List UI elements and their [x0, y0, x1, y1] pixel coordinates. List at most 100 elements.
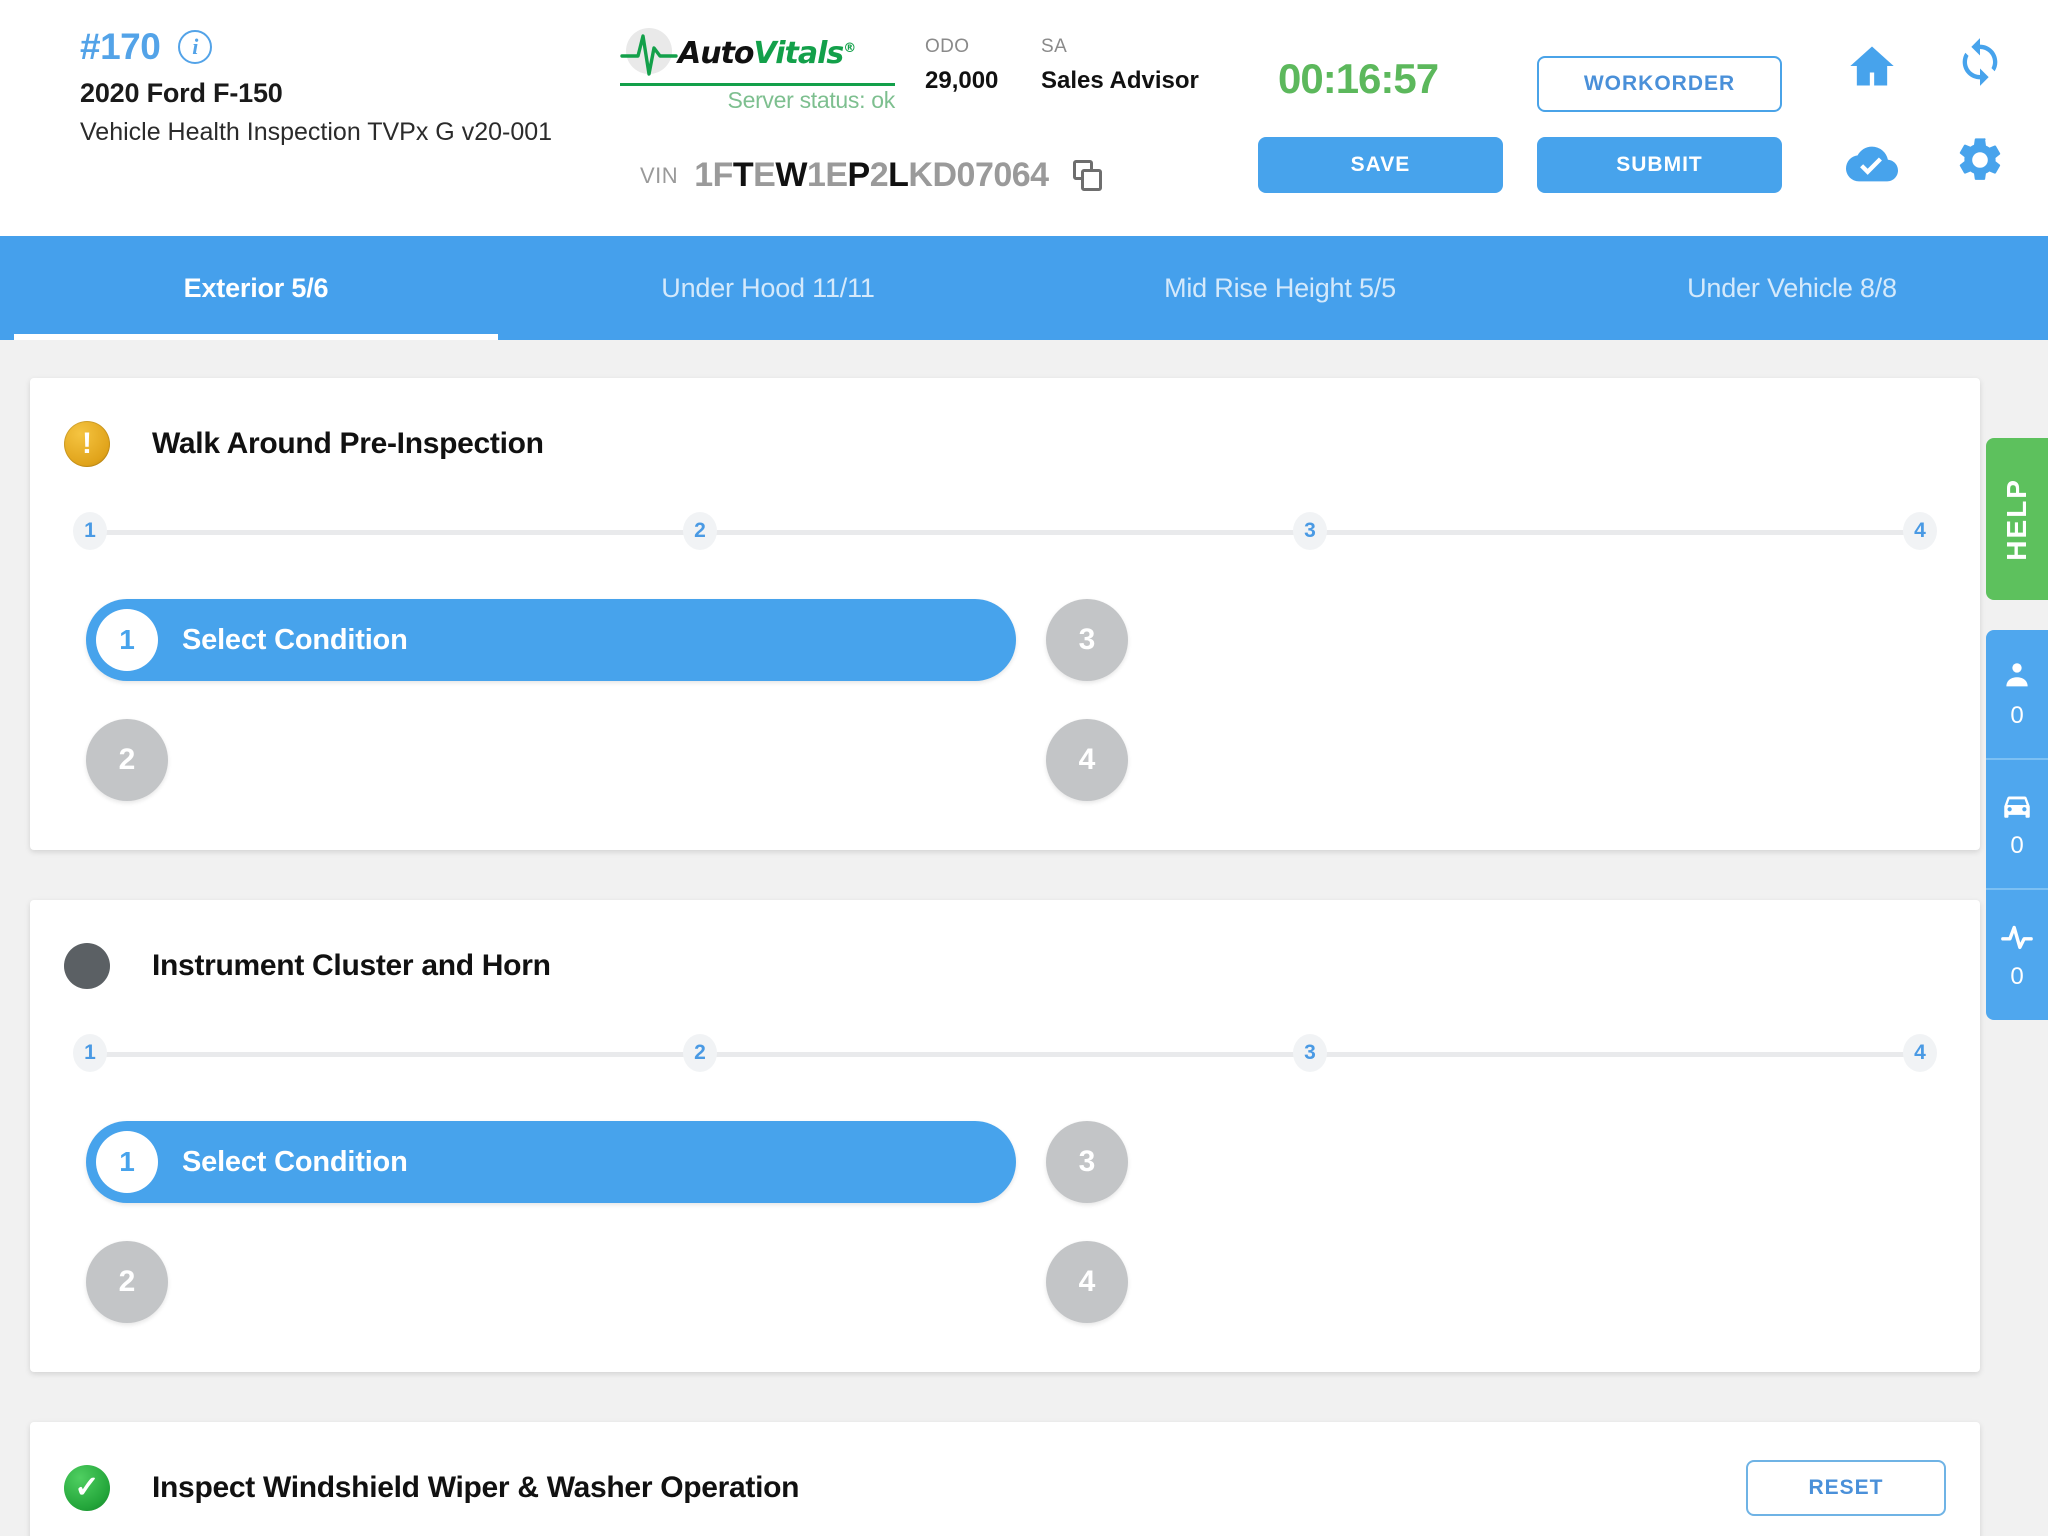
rail-count: 0: [2010, 963, 2024, 990]
order-row: #170 i: [80, 26, 560, 68]
tab-exterior-5-6[interactable]: Exterior 5/6: [0, 236, 512, 340]
rail-count: 0: [2010, 832, 2024, 859]
logo-auto-text: Auto: [678, 36, 755, 71]
vin-value[interactable]: 1FTEW1EP2LKD07064: [694, 156, 1049, 195]
gray-circle-icon[interactable]: [64, 943, 110, 989]
vin-row: VIN 1FTEW1EP2LKD07064: [620, 156, 1260, 195]
header-icon-group: [1838, 26, 2028, 186]
odometer-block: ODO 29,000: [895, 36, 1013, 95]
sales-advisor-value: Sales Advisor: [1041, 67, 1199, 94]
track-step[interactable]: 4: [1903, 1034, 1937, 1072]
inspection-item-card: Inspect Windshield Wiper & Washer Operat…: [30, 1422, 1980, 1536]
car-icon: [2000, 788, 2034, 822]
track-step[interactable]: 4: [1903, 512, 1937, 550]
inspection-app: #170 i 2020 Ford F-150 Vehicle Health In…: [0, 0, 2048, 1536]
tab-mid-rise-height-5-5[interactable]: Mid Rise Height 5/5: [1024, 236, 1536, 340]
submit-button[interactable]: SUBMIT: [1537, 137, 1782, 193]
condition-step-track: 1 2 3 4: [73, 1034, 1937, 1074]
condition-option-selected[interactable]: 1 Select Condition: [86, 599, 1016, 681]
condition-cell: 4: [1046, 1222, 1976, 1342]
inspection-item-card: Walk Around Pre-Inspection 1 2 3 4 1 Select Co…: [30, 378, 1980, 850]
card-title: Walk Around Pre-Inspection: [152, 427, 544, 460]
condition-option[interactable]: 4: [1046, 719, 1128, 801]
inspection-name: Vehicle Health Inspection TVPx G v20-001: [80, 118, 553, 146]
workorder-button[interactable]: WORKORDER: [1537, 56, 1782, 112]
condition-option[interactable]: 3: [1046, 599, 1128, 681]
condition-cell: 4: [1046, 700, 1976, 820]
rail-car-button[interactable]: 0: [1986, 760, 2048, 890]
pulse-logo-icon: [620, 22, 678, 80]
check-circle-icon[interactable]: [64, 1465, 110, 1511]
track-rail: [90, 1052, 1920, 1057]
save-button[interactable]: SAVE: [1258, 137, 1503, 193]
person-icon: [2000, 658, 2034, 692]
inspection-item-card: Instrument Cluster and Horn 1 2 3 4 1 Select C…: [30, 900, 1980, 1372]
vehicle-title: 2020 Ford F-150: [80, 78, 283, 108]
inspection-item-list: Walk Around Pre-Inspection 1 2 3 4 1 Select Co…: [0, 340, 2048, 1536]
card-header: Instrument Cluster and Horn: [64, 940, 1946, 992]
track-step[interactable]: 2: [682, 512, 717, 550]
condition-option[interactable]: 4: [1046, 1241, 1128, 1323]
tab-under-hood-11-11[interactable]: Under Hood 11/11: [512, 236, 1024, 340]
condition-option[interactable]: 2: [86, 1241, 168, 1323]
tab-under-vehicle-8-8[interactable]: Under Vehicle 8/8: [1536, 236, 2048, 340]
condition-option[interactable]: 3: [1046, 1121, 1128, 1203]
vin-segment: T: [732, 156, 754, 194]
tab-label: Exterior 5/6: [183, 272, 329, 303]
warning-circle-icon[interactable]: [64, 421, 110, 467]
cloud-done-icon[interactable]: [1846, 138, 1898, 190]
vin-label: VIN: [640, 162, 679, 188]
brand-row: AutoVitals® Server status: ok ODO 29,000…: [620, 22, 1260, 114]
track-step[interactable]: 1: [73, 1034, 107, 1072]
card-header: Walk Around Pre-Inspection: [64, 418, 1946, 470]
right-side-rail: HELP 0 0 0: [1986, 438, 2048, 1020]
condition-cell: 2: [86, 1222, 1016, 1342]
help-label: HELP: [2001, 477, 2032, 561]
sync-icon[interactable]: [1954, 36, 2006, 88]
track-rail: [90, 530, 1920, 535]
gear-icon[interactable]: [1954, 134, 2006, 186]
condition-cell: 1 Select Condition: [86, 1102, 1016, 1222]
header-meta: ODO 29,000 SA Sales Advisor: [895, 22, 1213, 95]
condition-cell: 1 Select Condition: [86, 580, 1016, 700]
help-button[interactable]: HELP: [1986, 438, 2048, 600]
track-step[interactable]: 1: [73, 512, 107, 550]
rail-person-button[interactable]: 0: [1986, 630, 2048, 760]
card-header: Inspect Windshield Wiper & Washer Operat…: [64, 1462, 1946, 1514]
condition-option-selected[interactable]: 1 Select Condition: [86, 1121, 1016, 1203]
rail-counter-group: 0 0 0: [1986, 630, 2048, 1020]
logo-vitals-text: Vitals: [753, 36, 845, 71]
home-icon[interactable]: [1846, 40, 1898, 92]
logo-registered-mark: ®: [843, 41, 856, 56]
logo-underline: [620, 83, 895, 86]
copy-icon[interactable]: [1072, 159, 1103, 192]
rail-pulse-button[interactable]: 0: [1986, 890, 2048, 1020]
vin-segment: 2: [869, 156, 889, 194]
sales-advisor-label: SA: [1041, 36, 1068, 57]
vin-segment: W: [775, 156, 807, 194]
app-header: #170 i 2020 Ford F-150 Vehicle Health In…: [0, 0, 2048, 236]
condition-option[interactable]: 2: [86, 719, 168, 801]
odometer-label: ODO: [925, 36, 970, 57]
card-title: Inspect Windshield Wiper & Washer Operat…: [152, 1471, 800, 1504]
logo-wordmark: AutoVitals®: [678, 33, 856, 71]
inspection-timer: 00:16:57: [1278, 55, 1439, 102]
rail-count: 0: [2010, 702, 2024, 729]
vin-segment: L: [888, 156, 909, 194]
track-step[interactable]: 3: [1292, 1034, 1327, 1072]
tab-label: Mid Rise Height 5/5: [1164, 272, 1396, 303]
section-tabbar: Exterior 5/6 Under Hood 11/11 Mid Rise Hei…: [0, 236, 2048, 340]
tab-label: Under Vehicle 8/8: [1687, 272, 1897, 303]
condition-cell: 2: [86, 700, 1016, 820]
reset-button[interactable]: RESET: [1746, 1460, 1946, 1516]
track-step[interactable]: 3: [1292, 512, 1327, 550]
card-title: Instrument Cluster and Horn: [152, 949, 551, 982]
header-center: AutoVitals® Server status: ok ODO 29,000…: [620, 22, 1260, 195]
condition-cell: 3: [1046, 580, 1976, 700]
header-left: #170 i 2020 Ford F-150 Vehicle Health In…: [0, 0, 560, 148]
condition-label: Select Condition: [182, 623, 408, 656]
info-icon[interactable]: i: [178, 30, 213, 64]
condition-number: 1: [96, 1131, 158, 1193]
order-number[interactable]: #170: [80, 26, 161, 68]
track-step[interactable]: 2: [682, 1034, 717, 1072]
